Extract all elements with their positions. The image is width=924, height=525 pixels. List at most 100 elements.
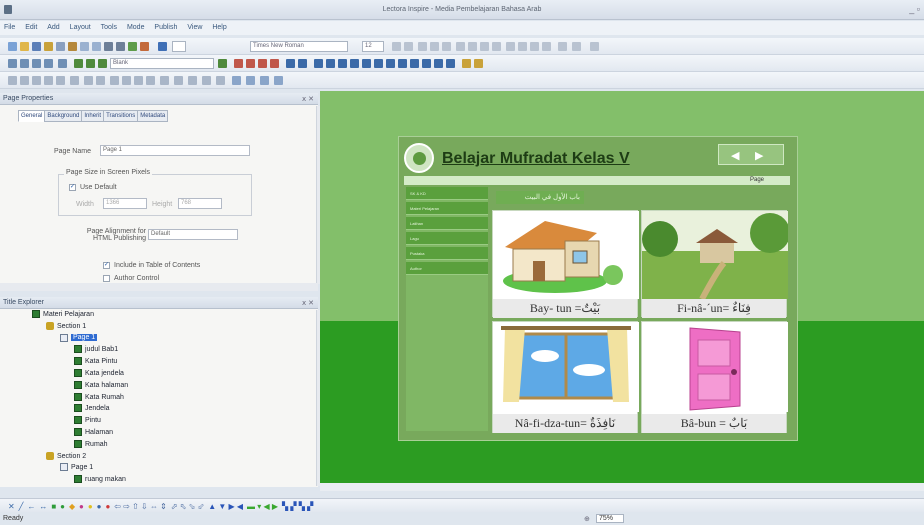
block-arrows-icon[interactable]: ⇦ ⇨ ⇧ ⇩ ⇔ ⇕: [114, 502, 167, 511]
menu-latihan[interactable]: Latihan: [406, 217, 488, 230]
page-icon[interactable]: [32, 59, 41, 68]
guides-icon[interactable]: [274, 76, 283, 85]
text-style-icon[interactable]: [158, 42, 167, 51]
bent-arrows-icon[interactable]: ⬀ ⬁ ⬂ ⬃: [171, 502, 204, 511]
properties-hscrollbar[interactable]: [0, 283, 318, 291]
numbering-icon[interactable]: [518, 42, 527, 51]
shape-icon[interactable]: ●: [79, 502, 84, 511]
entry-field-icon[interactable]: [386, 59, 395, 68]
rectangle-icon[interactable]: ■: [51, 502, 56, 511]
underline-icon[interactable]: [442, 42, 451, 51]
variable-icon[interactable]: [474, 59, 483, 68]
align-objects-right-icon[interactable]: [32, 76, 41, 85]
redo-icon[interactable]: [92, 42, 101, 51]
frame-icon[interactable]: [58, 59, 67, 68]
align-right-icon[interactable]: [480, 42, 489, 51]
radio-button-icon[interactable]: [398, 59, 407, 68]
menu-mode[interactable]: Mode: [123, 21, 149, 31]
same-width-icon[interactable]: [84, 76, 93, 85]
tree-item[interactable]: ruang makan: [74, 475, 126, 486]
list-box-icon[interactable]: [434, 59, 443, 68]
line-icon[interactable]: ╱: [19, 502, 24, 511]
tree-item[interactable]: Section 2: [46, 451, 86, 463]
shape2-icon[interactable]: ●: [88, 502, 93, 511]
image-icon[interactable]: [234, 59, 243, 68]
align-bottom-icon[interactable]: [70, 76, 79, 85]
table-icon[interactable]: [298, 59, 307, 68]
button-icon[interactable]: [326, 59, 335, 68]
tree-item[interactable]: Materi Pelajaran: [32, 310, 94, 321]
view-mode-icon[interactable]: [232, 76, 241, 85]
callouts-icon[interactable]: ▚ ▞ ▚ ▞: [282, 502, 313, 511]
page-name-field[interactable]: Page 1: [100, 145, 250, 156]
align-left-icon[interactable]: [456, 42, 465, 51]
bold-icon[interactable]: [418, 42, 427, 51]
line-tool-icon[interactable]: [558, 42, 567, 51]
align-objects-center-icon[interactable]: [20, 76, 29, 85]
zoom-select[interactable]: 75%: [596, 514, 625, 523]
menu-help[interactable]: Help: [208, 21, 230, 31]
tree-item[interactable]: Jendela: [74, 404, 110, 415]
audio-icon[interactable]: [246, 59, 255, 68]
menu-tools[interactable]: Tools: [97, 21, 121, 31]
justify-icon[interactable]: [492, 42, 501, 51]
replace-icon[interactable]: [116, 42, 125, 51]
tree-item[interactable]: Kata halaman: [74, 380, 128, 392]
menu-lagu[interactable]: Lagu: [406, 232, 488, 245]
hide-icon[interactable]: [216, 76, 225, 85]
indent-icon[interactable]: [542, 42, 551, 51]
ellipse-icon[interactable]: ●: [60, 502, 65, 511]
ruler-icon[interactable]: [260, 76, 269, 85]
use-default-checkbox[interactable]: [69, 183, 76, 191]
send-back-icon[interactable]: [146, 76, 155, 85]
paste-icon[interactable]: [68, 42, 77, 51]
page-template-select[interactable]: Blank: [110, 58, 214, 69]
document-icon[interactable]: [286, 59, 295, 68]
align-middle-icon[interactable]: [56, 76, 65, 85]
close-icon[interactable]: ⅹ ✕: [302, 299, 314, 307]
tab-background[interactable]: Background: [44, 110, 83, 122]
menu-edit[interactable]: Edit: [21, 21, 41, 31]
italic-icon[interactable]: [430, 42, 439, 51]
help-icon[interactable]: [590, 42, 599, 51]
undo-icon[interactable]: [80, 42, 89, 51]
tree-item[interactable]: Page 1: [60, 333, 98, 345]
card-door[interactable]: Bâ-bun = بَابٌ: [641, 321, 788, 433]
zoom-icon[interactable]: [246, 76, 255, 85]
test-icon[interactable]: [44, 59, 53, 68]
tree-item[interactable]: Kata jendela: [74, 369, 124, 380]
menu-publish[interactable]: Publish: [150, 21, 181, 31]
pencil-icon[interactable]: [392, 42, 401, 51]
text-block-icon[interactable]: [314, 59, 323, 68]
brush-icon[interactable]: [572, 42, 581, 51]
checkbox-icon[interactable]: [410, 59, 419, 68]
diamond-icon[interactable]: ◆: [69, 502, 75, 511]
shape3-icon[interactable]: ●: [97, 502, 102, 511]
tab-transitions[interactable]: Transitions: [103, 110, 139, 122]
tree-item[interactable]: Halaman: [74, 428, 113, 439]
group-icon[interactable]: [86, 59, 95, 68]
chapter-icon[interactable]: [8, 59, 17, 68]
menu-file[interactable]: File: [0, 21, 19, 31]
align-center-icon[interactable]: [468, 42, 477, 51]
menu-pustaka[interactable]: Pustaka: [406, 247, 488, 260]
font-name-select[interactable]: Times New Roman: [250, 41, 348, 52]
tree-item[interactable]: Page 1: [60, 463, 93, 474]
survey-icon[interactable]: [446, 59, 455, 68]
tab-metadata[interactable]: Metadata: [137, 110, 169, 122]
publish-icon[interactable]: [140, 42, 149, 51]
workspace-hscrollbar[interactable]: [320, 483, 924, 491]
close-icon[interactable]: ⅹ ✕: [302, 95, 314, 103]
prev-arrow-icon[interactable]: ◀: [731, 149, 739, 162]
menu-layout[interactable]: Layout: [66, 21, 95, 31]
grid-icon[interactable]: [174, 76, 183, 85]
new-icon[interactable]: [8, 42, 17, 51]
drop-list-icon[interactable]: [422, 59, 431, 68]
align-objects-left-icon[interactable]: [8, 76, 17, 85]
template-icon[interactable]: [98, 59, 107, 68]
section-icon[interactable]: [20, 59, 29, 68]
width-field[interactable]: 1366: [103, 198, 147, 209]
progress-bar-icon[interactable]: [362, 59, 371, 68]
height-field[interactable]: 768: [178, 198, 222, 209]
assignable-unit-icon[interactable]: [74, 59, 83, 68]
